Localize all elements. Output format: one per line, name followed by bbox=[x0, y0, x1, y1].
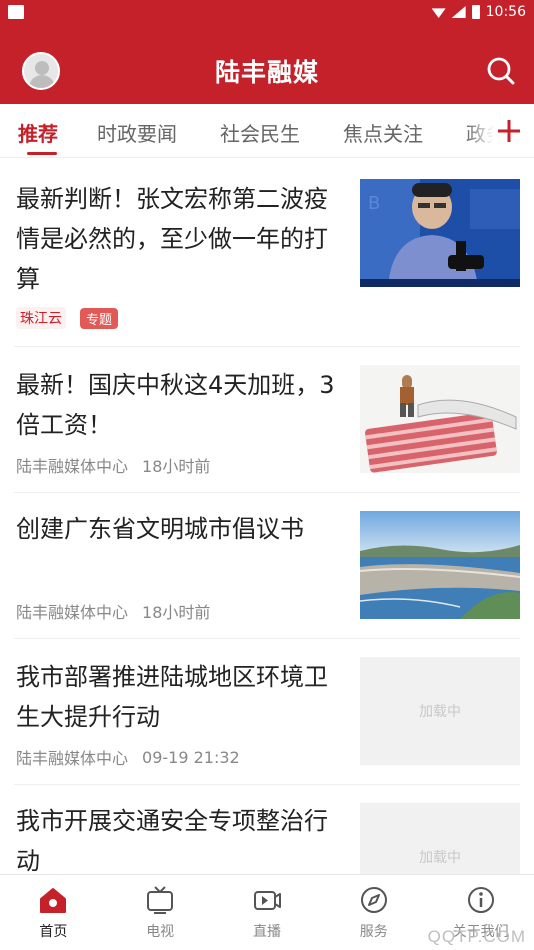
thumbnail-placeholder: 加载中 bbox=[360, 803, 520, 874]
tabbar-home[interactable]: 首页 bbox=[0, 875, 107, 950]
tab-politics[interactable]: 时政要闻 bbox=[97, 118, 177, 147]
article-source: 陆丰融媒体中心 bbox=[16, 749, 129, 768]
tabbar-service[interactable]: 服务 bbox=[320, 875, 427, 950]
source-tag: 珠江云 bbox=[16, 307, 66, 329]
wifi-icon bbox=[431, 8, 446, 18]
status-indicators: 10:56 bbox=[431, 4, 526, 20]
article-thumbnail bbox=[360, 365, 520, 473]
article-title: 最新！国庆中秋这4天加班，3倍工资！ bbox=[16, 371, 335, 439]
list-item[interactable]: 我市部署推进陆城地区环境卫生大提升行动 陆丰融媒体中心 09-19 21:32 … bbox=[14, 639, 520, 785]
article-title: 我市开展交通安全专项整治行动 bbox=[16, 807, 328, 874]
info-icon bbox=[467, 887, 494, 913]
tab-focus[interactable]: 焦点关注 bbox=[343, 118, 423, 147]
article-thumbnail: B bbox=[360, 179, 520, 287]
tv-icon bbox=[147, 886, 174, 914]
tabbar-tv[interactable]: 电视 bbox=[107, 875, 214, 950]
article-thumbnail bbox=[360, 511, 520, 619]
article-title: 创建广东省文明城市倡议书 bbox=[16, 515, 304, 543]
notification-icon bbox=[8, 5, 24, 19]
signal-icon bbox=[451, 6, 466, 18]
topic-tag: 专题 bbox=[80, 307, 119, 329]
app-bar: 陆丰融媒 bbox=[0, 24, 534, 104]
article-source: 陆丰融媒体中心 bbox=[16, 603, 129, 622]
tabbar-label: 直播 bbox=[252, 924, 281, 940]
home-icon bbox=[40, 888, 67, 913]
tab-society[interactable]: 社会民生 bbox=[220, 118, 300, 147]
live-icon bbox=[253, 891, 281, 910]
status-bar: 10:56 bbox=[0, 0, 534, 24]
list-item[interactable]: 我市开展交通安全专项整治行动 加载中 bbox=[14, 785, 520, 874]
tabbar-label: 电视 bbox=[146, 924, 175, 940]
article-meta: 珠江云 专题 bbox=[16, 307, 119, 329]
article-title: 我市部署推进陆城地区环境卫生大提升行动 bbox=[16, 663, 328, 731]
tab-recommend[interactable]: 推荐 bbox=[18, 118, 58, 147]
svg-text:B: B bbox=[368, 193, 380, 214]
active-tab-indicator bbox=[27, 152, 57, 155]
thumbnail-placeholder: 加载中 bbox=[360, 657, 520, 765]
article-title: 最新判断！张文宏称第二波疫情是必然的，至少做一年的打算 bbox=[16, 185, 328, 293]
status-time: 10:56 bbox=[485, 4, 526, 20]
article-time: 18小时前 bbox=[142, 457, 211, 476]
article-meta: 陆丰融媒体中心 18小时前 bbox=[16, 453, 210, 477]
add-channel-icon[interactable] bbox=[496, 118, 522, 144]
article-time: 09-19 21:32 bbox=[142, 747, 240, 767]
news-feed[interactable]: 最新判断！张文宏称第二波疫情是必然的，至少做一年的打算 珠江云 专题 B 最新！… bbox=[0, 159, 534, 874]
tabbar-label: 首页 bbox=[39, 924, 68, 940]
battery-icon bbox=[471, 5, 480, 19]
list-item[interactable]: 最新！国庆中秋这4天加班，3倍工资！ 陆丰融媒体中心 18小时前 bbox=[14, 347, 520, 493]
search-icon[interactable] bbox=[486, 56, 516, 86]
page-title: 陆丰融媒 bbox=[214, 58, 319, 87]
list-item[interactable]: 创建广东省文明城市倡议书 陆丰融媒体中心 18小时前 bbox=[14, 493, 520, 639]
article-time: 18小时前 bbox=[142, 603, 211, 622]
watermark: QQTP.COM bbox=[427, 927, 526, 946]
compass-icon bbox=[360, 887, 387, 913]
category-tabs: 推荐 时政要闻 社会民生 焦点关注 政务 bbox=[0, 104, 534, 158]
article-meta: 陆丰融媒体中心 18小时前 bbox=[16, 599, 210, 623]
tabbar-label: 服务 bbox=[359, 924, 388, 940]
tabbar-live[interactable]: 直播 bbox=[214, 875, 321, 950]
article-meta: 陆丰融媒体中心 09-19 21:32 bbox=[16, 745, 240, 769]
article-source: 陆丰融媒体中心 bbox=[16, 457, 129, 476]
list-item[interactable]: 最新判断！张文宏称第二波疫情是必然的，至少做一年的打算 珠江云 专题 B bbox=[14, 179, 520, 347]
